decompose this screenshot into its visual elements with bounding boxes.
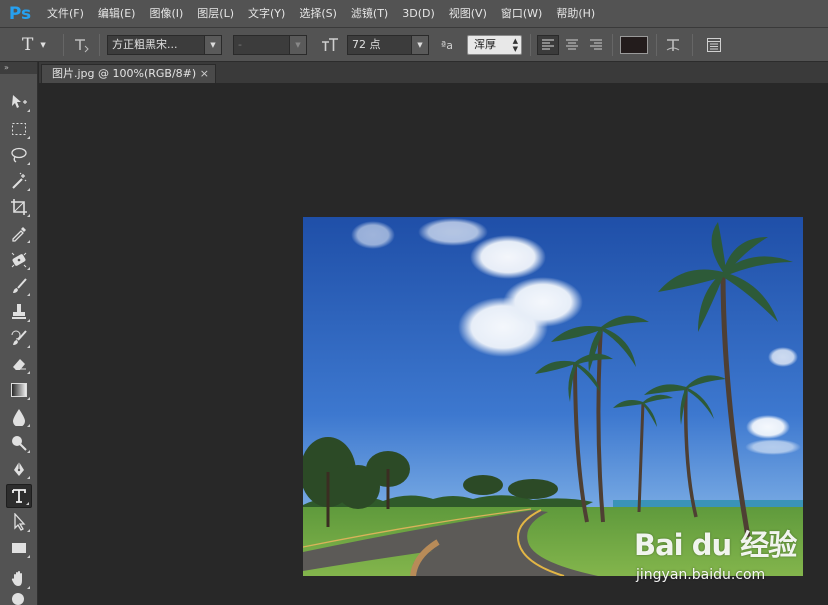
spinner-icon: ▲ ▼: [512, 37, 518, 53]
font-size-icon: [319, 35, 341, 55]
align-right-icon: [590, 39, 602, 50]
panel-collapse-icon[interactable]: »: [0, 62, 37, 74]
baidu-jingyan-watermark: Bai du 经验 jingyan.baidu.com: [634, 518, 814, 588]
antialias-select[interactable]: 浑厚 ▲ ▼: [467, 35, 522, 55]
marquee-tool-icon[interactable]: [6, 117, 32, 141]
divider: [692, 34, 693, 56]
eyedropper-tool-icon[interactable]: [6, 221, 32, 245]
crop-tool-icon[interactable]: [6, 195, 32, 219]
type-tool-icon[interactable]: [6, 484, 32, 508]
chevron-down-icon: ▼: [40, 41, 46, 49]
menu-file[interactable]: 文件(F): [40, 0, 91, 28]
text-color-swatch[interactable]: [620, 36, 648, 54]
warp-text-icon[interactable]: [662, 35, 684, 55]
font-family-select[interactable]: 方正粗黑宋... ▼: [107, 35, 222, 55]
chevron-down-icon: ▼: [204, 36, 221, 54]
menu-image[interactable]: 图像(I): [142, 0, 190, 28]
font-style-value: -: [238, 38, 242, 51]
history-brush-tool-icon[interactable]: [6, 326, 32, 350]
menu-help[interactable]: 帮助(H): [549, 0, 602, 28]
menu-window[interactable]: 窗口(W): [494, 0, 549, 28]
type-tool-preset-icon: T: [22, 35, 34, 55]
eraser-tool-icon[interactable]: [6, 352, 32, 376]
tool-preset-picker[interactable]: T ▼: [22, 28, 46, 62]
font-size-select[interactable]: 72 点 ▼: [347, 35, 429, 55]
rectangle-tool-icon[interactable]: [6, 536, 32, 560]
menu-view[interactable]: 视图(V): [442, 0, 494, 28]
tools-panel: »: [0, 62, 38, 605]
toggle-text-orientation-icon[interactable]: [70, 35, 92, 55]
font-size-value: 72 点: [352, 38, 381, 51]
divider: [63, 34, 64, 56]
document-tab-title: 图片.jpg @ 100%(RGB/8#): [52, 67, 197, 80]
align-left-icon: [542, 39, 554, 50]
align-center-icon: [566, 39, 578, 50]
menu-type[interactable]: 文字(Y): [241, 0, 292, 28]
path-selection-tool-icon[interactable]: [6, 510, 32, 534]
document-tab-bar: 图片.jpg @ 100%(RGB/8#) ×: [39, 62, 828, 83]
move-tool-icon[interactable]: [6, 90, 32, 114]
align-left-button[interactable]: [537, 35, 559, 55]
align-right-button[interactable]: [585, 35, 607, 55]
character-panel-icon[interactable]: [703, 35, 725, 55]
baidu-logo: Bai du 经验: [634, 528, 797, 562]
align-center-button[interactable]: [561, 35, 583, 55]
brush-tool-icon[interactable]: [6, 274, 32, 298]
menu-edit[interactable]: 编辑(E): [91, 0, 143, 28]
font-style-select[interactable]: - ▼: [233, 35, 307, 55]
photoshop-logo: Ps: [8, 3, 32, 24]
watermark-url: jingyan.baidu.com: [636, 567, 766, 583]
options-bar: T ▼ 方正粗黑宋... ▼ - ▼ 72 点 ▼ ªa 浑厚 ▲ ▼: [0, 28, 828, 62]
menu-3d[interactable]: 3D(D): [395, 0, 442, 28]
clone-stamp-tool-icon[interactable]: [6, 300, 32, 324]
chevron-down-icon: ▼: [411, 36, 428, 54]
document-tab[interactable]: 图片.jpg @ 100%(RGB/8#) ×: [41, 64, 216, 83]
divider: [656, 34, 657, 56]
divider: [99, 34, 100, 56]
hand-tool-icon[interactable]: [6, 567, 32, 591]
divider: [530, 34, 531, 56]
lasso-tool-icon[interactable]: [6, 143, 32, 167]
zoom-tool-icon[interactable]: [6, 592, 32, 605]
spot-healing-tool-icon[interactable]: [6, 248, 32, 272]
pen-tool-icon[interactable]: [6, 457, 32, 481]
magic-wand-tool-icon[interactable]: [6, 169, 32, 193]
antialias-icon: ªa: [441, 38, 453, 52]
menu-bar: Ps 文件(F) 编辑(E) 图像(I) 图层(L) 文字(Y) 选择(S) 滤…: [0, 0, 828, 28]
dodge-tool-icon[interactable]: [6, 431, 32, 455]
blur-tool-icon[interactable]: [6, 405, 32, 429]
antialias-value: 浑厚: [474, 38, 496, 51]
font-family-value: 方正粗黑宋...: [112, 38, 178, 51]
menu-filter[interactable]: 滤镜(T): [344, 0, 395, 28]
menu-layer[interactable]: 图层(L): [190, 0, 241, 28]
divider: [612, 34, 613, 56]
close-icon[interactable]: ×: [200, 65, 209, 82]
chevron-down-icon: ▼: [289, 36, 306, 54]
menu-select[interactable]: 选择(S): [292, 0, 344, 28]
gradient-tool-icon[interactable]: [6, 378, 32, 402]
